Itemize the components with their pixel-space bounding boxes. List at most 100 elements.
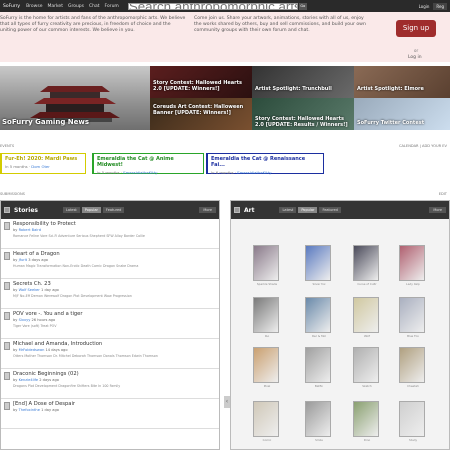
- art-thumbnail[interactable]: Cheetah: [399, 347, 425, 388]
- story-item[interactable]: Responsibility to Protect by Robert Baird…: [1, 219, 219, 249]
- search-button[interactable]: Go: [298, 2, 307, 10]
- more-button[interactable]: More: [199, 207, 216, 213]
- site-brand[interactable]: SoFurry: [0, 4, 26, 9]
- event-title: Fur-Eh! 2020: Mardi Paws: [5, 156, 78, 162]
- art-thumbnail[interactable]: Rec & Mol: [305, 297, 331, 338]
- tab-featured[interactable]: Featured: [102, 207, 125, 213]
- story-title[interactable]: Responsibility to Protect: [13, 221, 216, 227]
- tab-popular[interactable]: Popular: [81, 207, 101, 213]
- art-thumbnail[interactable]: Sketch: [353, 347, 379, 388]
- art-thumbnail[interactable]: Wolf: [353, 297, 379, 338]
- story-tags: Human Magic Transformation Non-Erotic De…: [13, 264, 139, 268]
- story-title[interactable]: Heart of a Dragon: [13, 251, 216, 257]
- calendar-link[interactable]: CALENDAR | ADD YOUR EV: [399, 144, 447, 148]
- banner-gaming-news[interactable]: SoFurry Gaming News: [0, 66, 150, 130]
- art-thumbnail[interactable]: Silver fox: [305, 245, 331, 286]
- art-image: [254, 402, 278, 436]
- art-thumbnail[interactable]: Pixel: [253, 347, 279, 388]
- art-image: [400, 298, 424, 332]
- art-thumbnail[interactable]: Sparkle Shade: [253, 245, 279, 286]
- story-meta: by MrFoldedswan 14 days ago: [13, 348, 68, 352]
- art-thumbnail[interactable]: Study: [399, 401, 425, 442]
- story-item[interactable]: Heart of a Dragon by Jfurit 3 days ago Hum…: [1, 249, 219, 279]
- nav-market[interactable]: Market: [47, 4, 62, 9]
- art-title: Art: [244, 206, 255, 214]
- banner-tile-2-caption: Artist Spotlight: Trunchbull: [255, 86, 332, 92]
- intro-section: SoFurry is the home for artists and fans…: [0, 12, 450, 62]
- scroll-left-arrow[interactable]: ‹: [224, 396, 230, 408]
- story-title[interactable]: Secrets Ch. 23: [13, 281, 216, 287]
- story-title[interactable]: Michael and Amanda, Introduction: [13, 341, 216, 347]
- story-item[interactable]: POV vore -. You and a tiger by Sixxyy 26 …: [1, 309, 219, 339]
- banner-tile-5[interactable]: Story Contest: Hallowed Hearts 2.0 [UPDA…: [252, 98, 354, 130]
- account-links: Login Reg: [415, 2, 450, 10]
- banner-tile-2[interactable]: Artist Spotlight: Trunchbull: [252, 66, 354, 98]
- art-thumbnail[interactable]: Batfin: [305, 347, 331, 388]
- story-item[interactable]: Draconic Beginnings (02) by Kenzie4life 2…: [1, 369, 219, 399]
- art-thumbnail-label: Wolf: [363, 334, 371, 338]
- story-title[interactable]: POV vore -. You and a tiger: [13, 311, 216, 317]
- story-doc-icon: [4, 402, 10, 410]
- more-button[interactable]: More: [429, 207, 446, 213]
- banner-gaming-news-caption: SoFurry Gaming News: [2, 118, 90, 126]
- login-link[interactable]: Login: [419, 4, 430, 9]
- event-card[interactable]: Emeraldia the Cat @ Anime Midwest! In 5 …: [92, 153, 204, 175]
- art-thumbnail[interactable]: Lady Xelp: [399, 245, 425, 286]
- pagoda-image: [30, 86, 120, 122]
- art-thumbnail[interactable]: Comic: [253, 401, 279, 442]
- art-thumbnail[interactable]: Dino: [353, 401, 379, 442]
- art-thumbnail-label: Rec & Mol: [312, 334, 326, 338]
- stories-icon: [4, 207, 10, 213]
- art-thumbnail[interactable]: Blue Fox: [399, 297, 425, 338]
- edit-link[interactable]: EDIT: [439, 192, 447, 196]
- art-image: [254, 298, 278, 332]
- tab-latest[interactable]: Latest: [279, 207, 297, 213]
- story-item[interactable]: Michael and Amanda, Introduction by MrFol…: [1, 339, 219, 369]
- story-doc-icon: [4, 282, 10, 290]
- art-thumbnail[interactable]: Ibo: [253, 297, 279, 338]
- banner-tile-3[interactable]: Artist Spotlight: Elmore: [354, 66, 450, 98]
- story-item[interactable]: [End] A Dose of Despair by Thefoxinthe 1 …: [1, 399, 219, 429]
- nav-forum[interactable]: Forum: [105, 4, 119, 9]
- art-image: [354, 298, 378, 332]
- art-thumbnail-label: Sparkle Shade: [256, 282, 278, 286]
- banner-tile-4[interactable]: Coreuds Art Contest: Halloween Banner [U…: [150, 98, 252, 130]
- search-input[interactable]: [127, 2, 298, 10]
- art-thumbnail-label: Pixel: [263, 384, 271, 388]
- tab-popular[interactable]: Popular: [298, 207, 318, 213]
- event-card[interactable]: Emeraldia the Cat @ Renaissance Fai... I…: [206, 153, 324, 175]
- story-item[interactable]: Secrets Ch. 23 by Wolf Seeker 1 day ago M/…: [1, 279, 219, 309]
- banner-tile-6[interactable]: SoFurry Twitter Contest: [354, 98, 450, 130]
- nav-chat[interactable]: Chat: [89, 4, 100, 9]
- tab-featured[interactable]: Featured: [319, 207, 341, 213]
- art-image: [254, 246, 278, 280]
- tab-latest[interactable]: Latest: [62, 207, 80, 213]
- submissions-heading: SUBMISSIONS: [0, 192, 25, 196]
- nav-groups[interactable]: Groups: [68, 4, 84, 9]
- art-image: [354, 348, 378, 382]
- story-tags: Tiger Vore (soft) Treat POV: [13, 324, 57, 328]
- story-title[interactable]: [End] A Dose of Despair: [13, 401, 216, 407]
- story-meta: by Wolf Seeker 1 day ago: [13, 288, 59, 292]
- art-thumbnail[interactable]: Smile: [305, 401, 331, 442]
- banner-tile-6-caption: SoFurry Twitter Contest: [357, 120, 425, 126]
- banner-tile-1[interactable]: Story Contest: Hallowed Hearts 2.0 [UPDA…: [150, 66, 252, 98]
- register-button[interactable]: Reg: [433, 2, 447, 10]
- banner-tile-3-caption: Artist Spotlight: Elmore: [357, 86, 424, 92]
- login-link-intro[interactable]: Log in: [408, 55, 422, 60]
- story-title[interactable]: Draconic Beginnings (02): [13, 371, 216, 377]
- art-thumbnail-label: Comic: [262, 438, 272, 442]
- nav-browse[interactable]: Browse: [26, 4, 42, 9]
- art-thumbnail-label: Lady Xelp: [406, 282, 420, 286]
- story-meta: by Robert Baird: [13, 228, 41, 232]
- top-nav: SoFurry Browse Market Groups Chat Forum …: [0, 0, 450, 12]
- art-thumbnail[interactable]: Curse of Cultr: [353, 245, 379, 286]
- event-card[interactable]: Fur-Eh! 2020: Mardi Paws In 5 months · D…: [0, 153, 86, 174]
- art-thumbnail-label: Dino: [363, 438, 371, 442]
- submissions-header: SUBMISSIONS EDIT: [0, 192, 450, 196]
- story-doc-icon: [4, 222, 10, 230]
- story-tags: M/F No-Eff Demon Werewolf Dragon Plot De…: [13, 294, 132, 298]
- stories-title: Stories: [14, 206, 38, 214]
- signup-button[interactable]: Sign up: [396, 20, 436, 37]
- story-tags: Dragons Plot Development Dragonfire Shif…: [13, 384, 121, 388]
